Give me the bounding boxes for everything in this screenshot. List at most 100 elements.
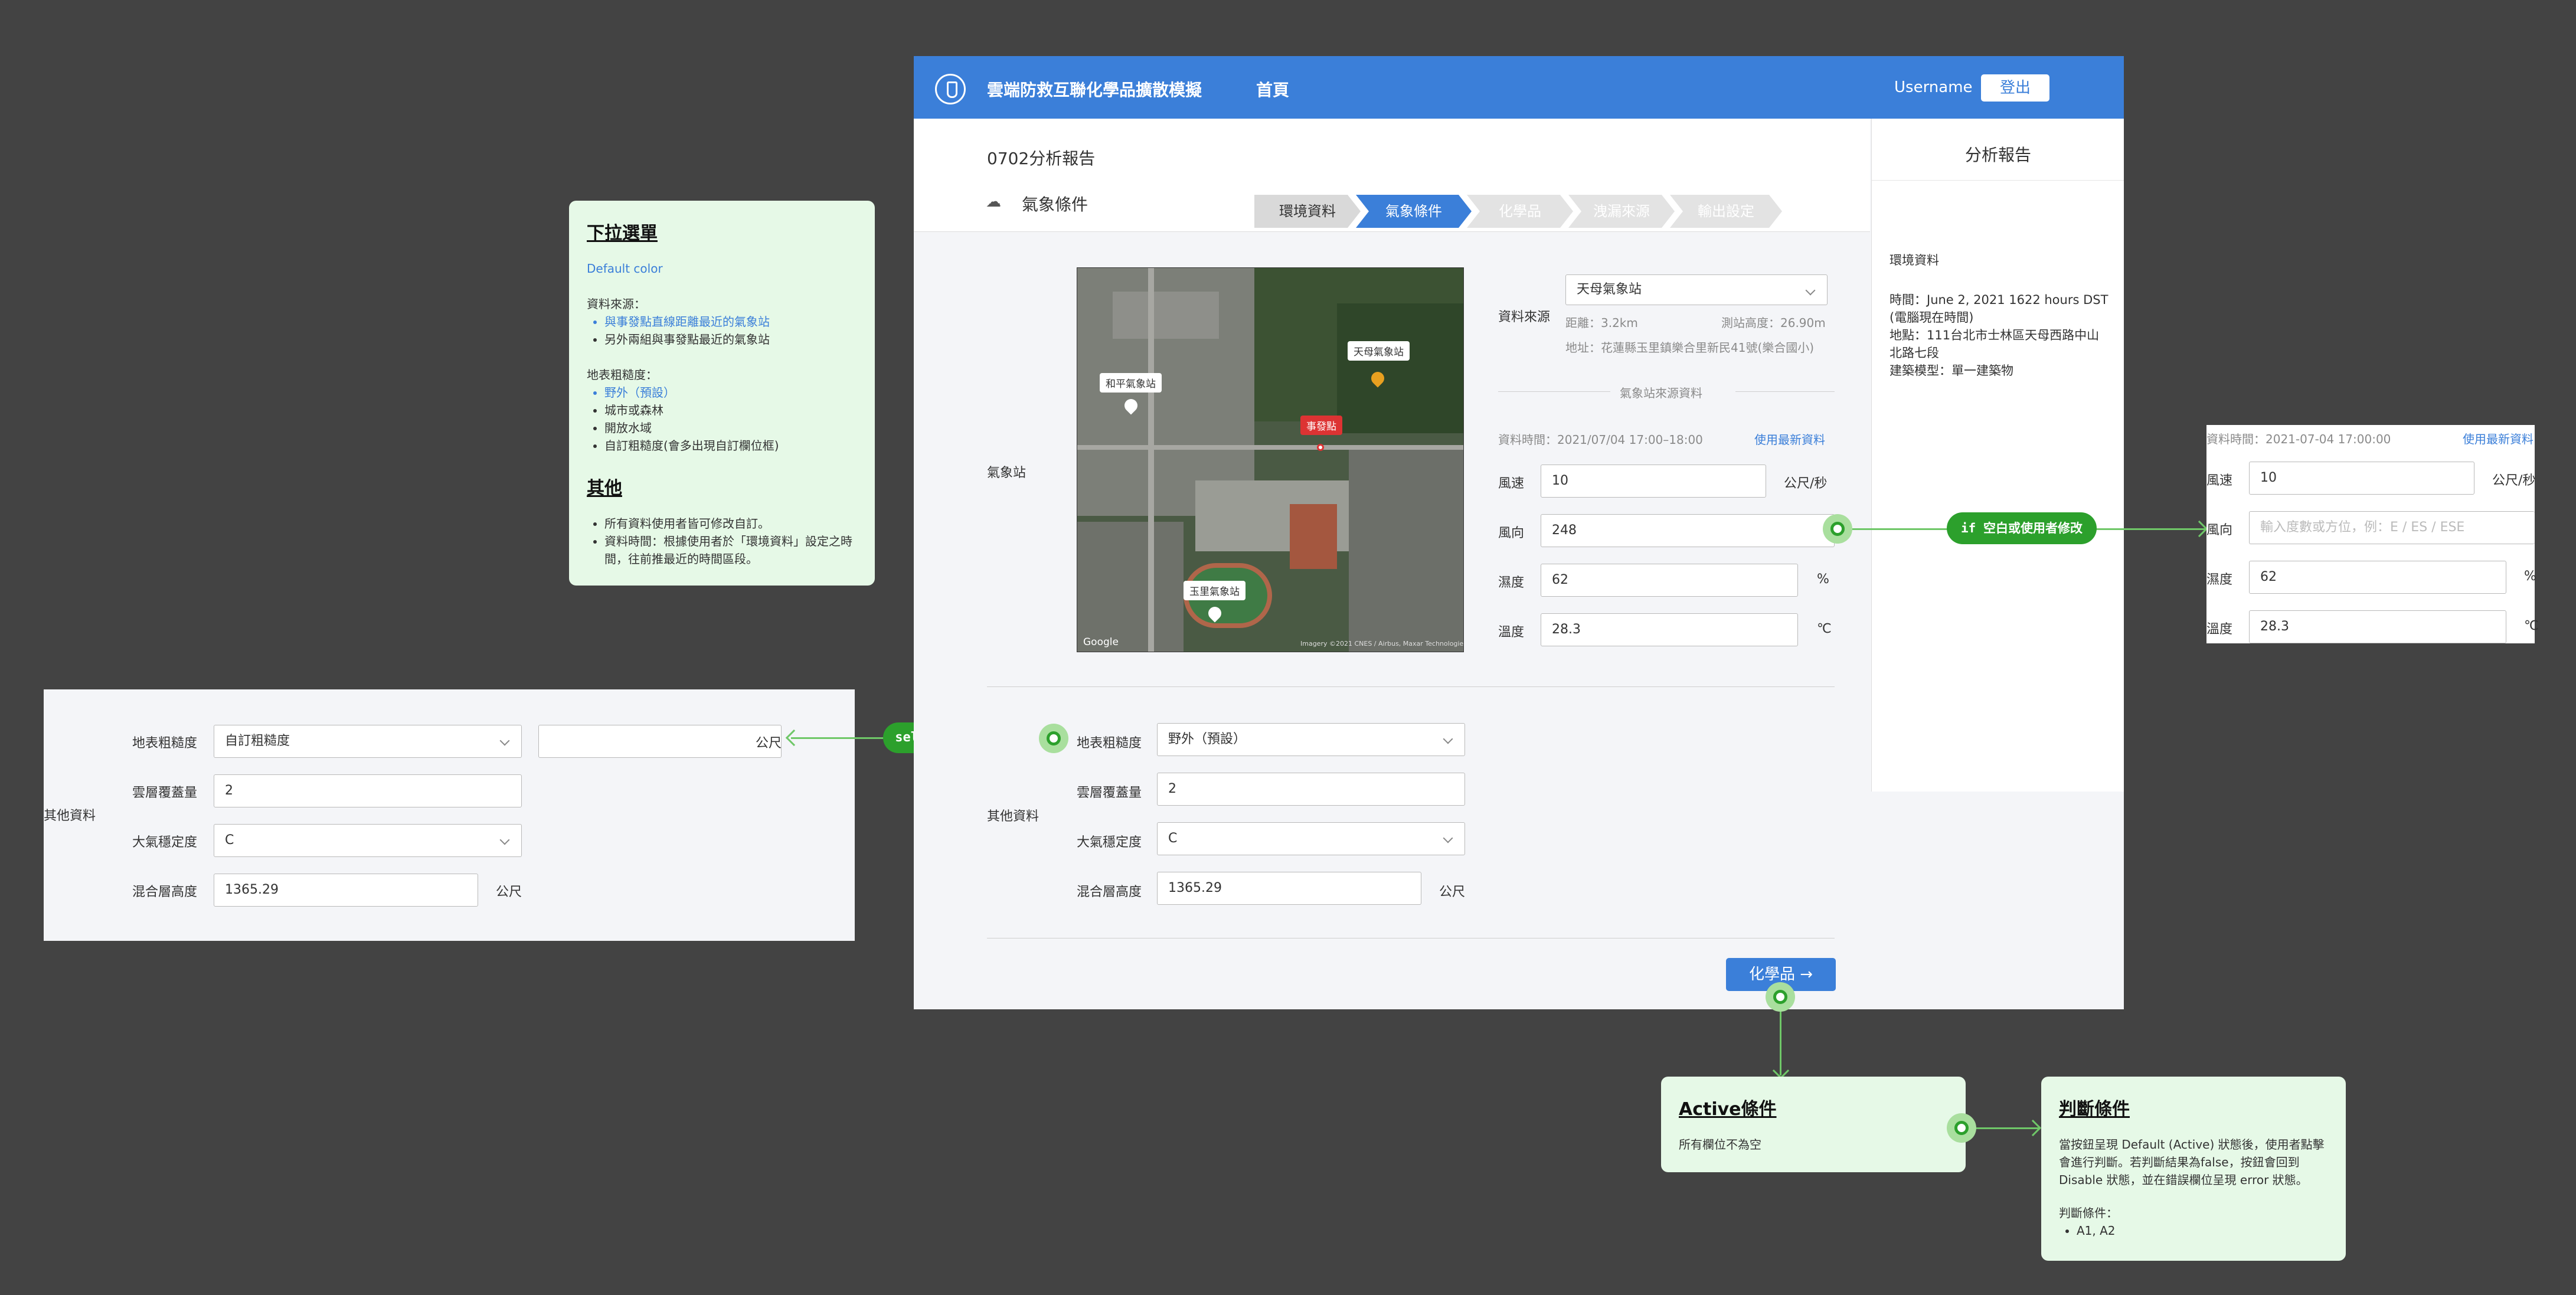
roughness-flow-node [1039, 724, 1068, 753]
temperature-label: 溫度 [2206, 622, 2233, 637]
humidity-unit: % [1817, 572, 1829, 587]
temperature-unit: ℃ [1817, 622, 1832, 636]
stability-select[interactable]: C [214, 824, 522, 857]
wind-direction-variant-panel: 資料時間：2021-07-04 17:00:00 使用最新資料 風速 10 公尺… [2206, 425, 2539, 643]
report-header: 0702分析報告 環境資料 氣象條件 化學品 洩漏來源 輸出設定 ☁ 氣象條件 [914, 119, 1870, 232]
map-label-heping: 和平氣象站 [1100, 373, 1162, 393]
if-pill: if 空白或使用者修改 [1947, 512, 2097, 544]
step-weather[interactable]: 氣象條件 [1356, 195, 1472, 228]
map-label-incident: 事發點 [1300, 416, 1342, 435]
cloud-icon: ☁ [986, 193, 1001, 211]
list-item: 與事發點直線距離最近的氣象站 [604, 313, 864, 331]
mixing-input[interactable]: 1365.29 [1157, 872, 1421, 905]
station-source-select[interactable]: 天母氣象站 [1565, 274, 1828, 305]
roughness-heading: 地表粗糙度： [587, 368, 658, 382]
custom-roughness-unit: 公尺 [756, 736, 782, 751]
custom-roughness-input[interactable] [538, 725, 782, 758]
data-time: 資料時間：2021/07/04 17:00–18:00 [1498, 433, 1703, 447]
cloud-label: 雲層覆蓋量 [132, 786, 198, 800]
other-data-label: 其他資料 [987, 809, 1039, 824]
judge-condition-card: 判斷條件 當按鈕呈現 Default (Active) 狀態後，使用者點擊會進行… [2041, 1077, 2346, 1261]
wind-speed-input[interactable]: 10 [2249, 462, 2474, 495]
wind-direction-input[interactable]: 輸入度數或方位，例：E / ES / ESE [2249, 511, 2535, 544]
divider-right [1735, 391, 1835, 392]
stability-label: 大氣穩定度 [132, 835, 198, 850]
use-latest-link[interactable]: 使用最新資料 [2463, 430, 2533, 447]
source-heading: 資料來源： [587, 297, 646, 311]
wind-speed-input[interactable]: 10 [1541, 465, 1766, 498]
roughness-select[interactable]: 自訂粗糙度 [214, 725, 522, 758]
wind-direction-label: 風向 [1498, 526, 1525, 541]
station-height: 測站高度：26.90m [1721, 316, 1826, 330]
wind-speed-unit: 公尺/秒 [1784, 476, 1828, 491]
other-card-title: 其他 [587, 478, 622, 499]
wind-speed-unit: 公尺/秒 [2492, 473, 2536, 488]
cloud-input[interactable]: 2 [214, 774, 522, 807]
active-card-title: Active條件 [1679, 1099, 1777, 1120]
temperature-label: 溫度 [1498, 625, 1525, 640]
humidity-input[interactable]: 62 [2249, 561, 2506, 594]
nav-home-link[interactable]: 首頁 [1256, 77, 1289, 101]
cloud-input[interactable]: 2 [1157, 773, 1465, 806]
report-line: 時間：June 2, 2021 1622 hours DST [1889, 293, 2108, 307]
next-button-flow-node [1766, 982, 1795, 1012]
wind-speed-label: 風速 [2206, 473, 2233, 488]
section-divider [987, 686, 1835, 687]
station-distance: 距離：3.2km [1565, 316, 1638, 330]
wind-speed-label: 風速 [1498, 476, 1525, 491]
list-item: 城市或森林 [604, 401, 864, 419]
source-label: 資料來源 [1498, 310, 1551, 325]
step-leak-source: 洩漏來源 [1568, 195, 1675, 228]
brand-logo-icon [935, 74, 966, 104]
list-item: 開放水域 [604, 419, 864, 437]
wind-direction-input[interactable]: 248 [1541, 514, 1835, 547]
step-output: 輸出設定 [1670, 195, 1782, 228]
cloud-label: 雲層覆蓋量 [1077, 786, 1142, 800]
map-label-yuli: 玉里氣象站 [1184, 581, 1245, 600]
default-color-note: Default color [587, 261, 663, 276]
list-item: 自訂粗糙度(會多出現自訂欄位框) [604, 437, 864, 454]
station-source-divider-text: 氣象站來源資料 [1620, 386, 1702, 400]
map-credits: Imagery ©2021 CNES / Airbus, Maxar Techn… [1300, 640, 1464, 648]
satellite-map[interactable]: 天母氣象站 和平氣象站 事發點 玉里氣象站 Google Imagery ©20… [1077, 267, 1464, 652]
wind-direction-label: 風向 [2206, 523, 2233, 538]
app-window: 雲端防救互聯化學品擴散模擬 首頁 Username 登出 0702分析報告 環境… [914, 56, 2124, 1009]
temperature-input[interactable]: 28.3 [2249, 610, 2506, 643]
temperature-input[interactable]: 28.3 [1541, 613, 1798, 646]
report-panel-title: 分析報告 [1964, 145, 2031, 165]
custom-roughness-variant-panel: 其他資料 地表粗糙度 自訂粗糙度 公尺 雲層覆蓋量 2 大氣穩定度 C 混合層高… [44, 689, 855, 941]
active-flow-node [1947, 1113, 1976, 1143]
list-item: 野外（預設） [604, 384, 864, 401]
report-line: 地點：111台北市士林區天母西路中山 [1889, 328, 2100, 342]
mixing-unit: 公尺 [496, 885, 522, 900]
mixing-label: 混合層高度 [1077, 885, 1142, 900]
report-panel-body: 時間：June 2, 2021 1622 hours DST (電腦現在時間) … [1889, 291, 2114, 380]
logout-button[interactable]: 登出 [1981, 74, 2049, 102]
dropdown-annotation-card: 下拉選單 Default color 資料來源： 與事發點直線距離最近的氣象站 … [569, 201, 875, 586]
report-panel-divider [1872, 180, 2124, 181]
humidity-input[interactable]: 62 [1541, 564, 1798, 597]
humidity-label: 濕度 [1498, 575, 1525, 590]
roughness-label: 地表粗糙度 [132, 736, 198, 751]
humidity-unit: % [2524, 569, 2536, 584]
other-data-label: 其他資料 [44, 809, 96, 823]
station-label: 氣象站 [987, 466, 1027, 480]
arrowhead-right [2191, 520, 2208, 538]
divider-left [1498, 391, 1610, 392]
top-navbar: 雲端防救互聯化學品擴散模擬 首頁 Username 登出 [914, 56, 2124, 119]
stability-select[interactable]: C [1157, 822, 1465, 855]
use-latest-link[interactable]: 使用最新資料 [1754, 430, 1825, 447]
temperature-unit: ℃ [2524, 619, 2539, 633]
humidity-label: 濕度 [2206, 573, 2233, 587]
mixing-input[interactable]: 1365.29 [214, 874, 478, 907]
roughness-label: 地表粗糙度 [1077, 736, 1142, 751]
report-line: 建築模型：單一建築物 [1889, 364, 2013, 378]
dropdown-card-title: 下拉選單 [587, 223, 658, 244]
step-chemical: 化學品 [1467, 195, 1573, 228]
source-list: 與事發點直線距離最近的氣象站 另外兩組與事發點最近的氣象站 [587, 313, 864, 348]
step-env[interactable]: 環境資料 [1254, 195, 1361, 228]
username-label: Username [1894, 79, 1973, 96]
roughness-select[interactable]: 野外（預設） [1157, 723, 1465, 756]
analysis-report-panel: 分析報告 環境資料 時間：June 2, 2021 1622 hours DST… [1871, 119, 2124, 792]
roughness-list: 野外（預設） 城市或森林 開放水域 自訂粗糙度(會多出現自訂欄位框) [587, 384, 864, 454]
